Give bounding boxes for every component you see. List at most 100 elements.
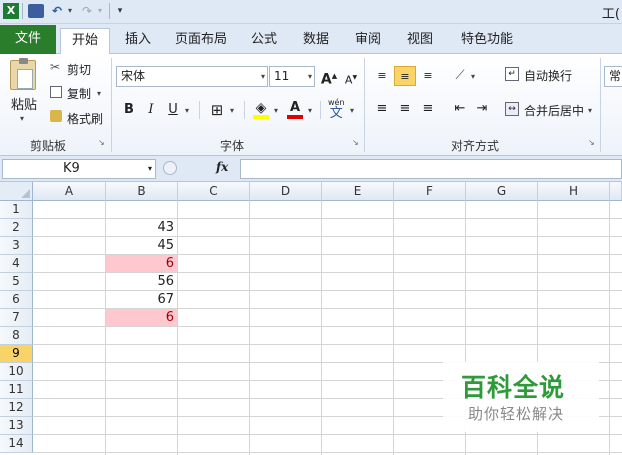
row-header-5[interactable]: 5 xyxy=(0,273,33,291)
underline-dropdown-icon[interactable]: ▾ xyxy=(185,106,189,115)
format-painter-icon[interactable] xyxy=(50,110,62,122)
cell-b3[interactable]: 45 xyxy=(106,237,177,254)
phonetic-dropdown-icon[interactable]: ▾ xyxy=(350,106,354,115)
cell-b6[interactable]: 67 xyxy=(106,291,177,308)
font-size-select[interactable]: 11 ▾ xyxy=(269,66,315,87)
number-format-select[interactable]: 常 xyxy=(604,66,622,87)
align-top-icon[interactable]: ≡ xyxy=(371,66,393,86)
font-size-value: 11 xyxy=(274,69,290,83)
row-header-6[interactable]: 6 xyxy=(0,291,33,309)
column-header-partial[interactable] xyxy=(610,182,622,201)
shrink-font-button[interactable]: A▼ xyxy=(340,68,362,88)
copy-icon[interactable] xyxy=(50,86,62,98)
undo-dropdown-icon[interactable]: ▾ xyxy=(66,3,74,19)
name-box[interactable]: K9 ▾ xyxy=(2,159,156,179)
tab-view[interactable]: 视图 xyxy=(400,28,440,54)
font-color-dropdown-icon[interactable]: ▾ xyxy=(308,106,312,115)
align-right-icon[interactable]: ≡ xyxy=(417,99,439,119)
grow-font-button[interactable]: A▲ xyxy=(318,66,340,88)
row-header-14[interactable]: 14 xyxy=(0,435,33,453)
row-header-1[interactable]: 1 xyxy=(0,201,33,219)
merge-center-button[interactable]: 合并后居中 xyxy=(524,102,584,119)
cut-icon[interactable]: ✂ xyxy=(50,60,60,74)
name-box-value: K9 xyxy=(63,161,80,176)
row-header-8[interactable]: 8 xyxy=(0,327,33,345)
orientation-dropdown-icon[interactable]: ▾ xyxy=(471,72,475,81)
row-header-10[interactable]: 10 xyxy=(0,363,33,381)
increase-indent-icon[interactable]: ⇥ xyxy=(471,99,493,119)
align-middle-icon[interactable]: ≡ xyxy=(394,66,416,86)
clipboard-launcher-icon[interactable]: ↘ xyxy=(98,138,107,147)
row-header-13[interactable]: 13 xyxy=(0,417,33,435)
fx-button[interactable]: fx xyxy=(216,160,228,174)
tab-data[interactable]: 数据 xyxy=(296,28,336,54)
format-painter-button[interactable]: 格式刷 xyxy=(67,110,103,127)
formula-bar-grip-icon[interactable] xyxy=(163,161,177,175)
tab-page-layout[interactable]: 页面布局 xyxy=(168,28,234,54)
undo-icon[interactable]: ↶ xyxy=(50,3,64,19)
select-all-corner[interactable] xyxy=(0,182,33,201)
row-header-7[interactable]: 7 xyxy=(0,309,33,327)
font-color-button[interactable]: A xyxy=(284,98,306,119)
save-icon[interactable] xyxy=(28,4,44,18)
merge-center-icon[interactable]: ↔ xyxy=(505,102,519,116)
redo-icon[interactable]: ↷ xyxy=(80,3,94,19)
column-header-a[interactable]: A xyxy=(33,182,106,201)
row-gridline xyxy=(33,326,622,327)
cut-button[interactable]: 剪切 xyxy=(67,61,91,78)
column-header-d[interactable]: D xyxy=(250,182,322,201)
tab-file[interactable]: 文件 xyxy=(0,25,56,54)
cell-b2[interactable]: 43 xyxy=(106,219,177,236)
column-header-c[interactable]: C xyxy=(178,182,250,201)
row-header-11[interactable]: 11 xyxy=(0,381,33,399)
tab-special-features[interactable]: 特色功能 xyxy=(454,28,520,54)
redo-dropdown-icon[interactable]: ▾ xyxy=(96,3,104,19)
orientation-icon[interactable]: ⟋ xyxy=(449,66,471,86)
column-header-h[interactable]: H xyxy=(538,182,610,201)
font-group-label: 字体 xyxy=(219,139,244,153)
fill-color-dropdown-icon[interactable]: ▾ xyxy=(274,106,278,115)
column-header-g[interactable]: G xyxy=(466,182,538,201)
customize-toolbar-icon[interactable]: ▾ xyxy=(114,3,126,19)
row-header-3[interactable]: 3 xyxy=(0,237,33,255)
tab-formulas[interactable]: 公式 xyxy=(244,28,284,54)
row-header-2[interactable]: 2 xyxy=(0,219,33,237)
tab-home[interactable]: 开始 xyxy=(60,28,110,54)
tab-insert[interactable]: 插入 xyxy=(118,28,158,54)
decrease-indent-icon[interactable]: ⇤ xyxy=(449,99,471,119)
border-icon[interactable]: ⊞ xyxy=(206,100,228,120)
watermark: 百科全说 助你轻松解决 xyxy=(443,362,599,432)
column-header-e[interactable]: E xyxy=(322,182,394,201)
font-launcher-icon[interactable]: ↘ xyxy=(352,138,361,147)
align-bottom-icon[interactable]: ≡ xyxy=(417,66,439,86)
fill-color-icon[interactable]: ◈ xyxy=(250,98,272,119)
grow-font-label: A xyxy=(320,71,332,88)
row-header-9[interactable]: 9 xyxy=(0,345,33,363)
paste-dropdown-icon[interactable]: ▾ xyxy=(20,114,24,123)
copy-button[interactable]: 复制 xyxy=(67,85,91,102)
column-header-f[interactable]: F xyxy=(394,182,466,201)
cell-b7[interactable]: 6 xyxy=(106,309,177,326)
align-center-icon[interactable]: ≡ xyxy=(394,99,416,119)
copy-dropdown-icon[interactable]: ▾ xyxy=(97,89,101,98)
cell-b4[interactable]: 6 xyxy=(106,255,177,272)
paste-icon[interactable] xyxy=(10,58,36,90)
wrap-text-icon[interactable]: ↵ xyxy=(505,67,519,81)
border-dropdown-icon[interactable]: ▾ xyxy=(230,106,234,115)
phonetic-guide-button[interactable]: wén 文 xyxy=(328,98,345,121)
align-left-icon[interactable]: ≡ xyxy=(371,99,393,119)
font-name-select[interactable]: 宋体 ▾ xyxy=(116,66,268,87)
wrap-text-button[interactable]: 自动换行 xyxy=(524,67,572,84)
underline-button[interactable]: U xyxy=(162,100,184,120)
row-header-4[interactable]: 4 xyxy=(0,255,33,273)
alignment-launcher-icon[interactable]: ↘ xyxy=(588,138,597,147)
formula-input[interactable] xyxy=(240,159,622,179)
row-header-12[interactable]: 12 xyxy=(0,399,33,417)
bold-button[interactable]: B xyxy=(118,100,140,120)
italic-button[interactable]: I xyxy=(140,100,162,120)
merge-dropdown-icon[interactable]: ▾ xyxy=(588,106,592,115)
tab-review[interactable]: 审阅 xyxy=(348,28,388,54)
column-header-b[interactable]: B xyxy=(106,182,178,201)
cell-b5[interactable]: 56 xyxy=(106,273,177,290)
paste-button-label[interactable]: 粘贴 xyxy=(11,94,37,113)
